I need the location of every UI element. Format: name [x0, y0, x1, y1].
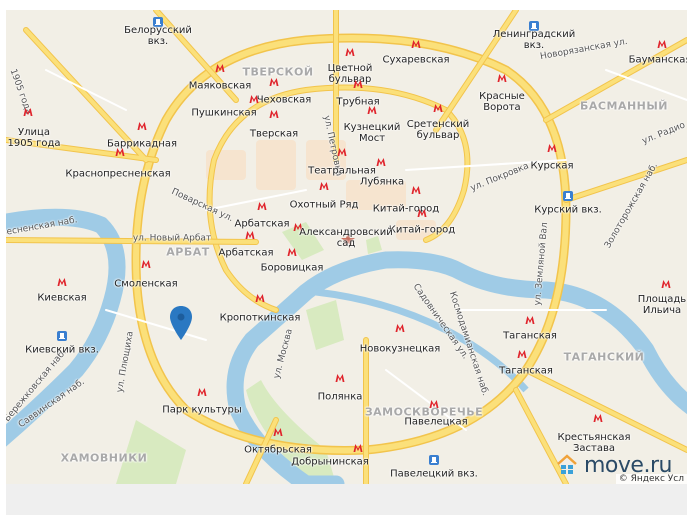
metro-icon: [657, 39, 667, 49]
metro-icon: [245, 230, 255, 240]
railway-station-label[interactable]: Ленинградский вкз.: [493, 29, 575, 51]
metro-station-label[interactable]: Краснопресненская: [65, 169, 170, 180]
metro-icon: [417, 208, 427, 218]
metro-station-label[interactable]: Маяковская: [189, 81, 252, 92]
map-copyright[interactable]: © Яндекс Усл: [615, 474, 687, 484]
metro-station-label[interactable]: Парк культуры: [162, 405, 241, 416]
metro-icon: [497, 73, 507, 83]
move-logo-icon: [557, 454, 577, 474]
metro-station-label[interactable]: Пушкинская: [191, 108, 256, 119]
metro-station-label[interactable]: Курская: [530, 161, 573, 172]
metro-station-label[interactable]: Октябрьская: [244, 445, 312, 456]
metro-icon: [23, 107, 33, 117]
metro-icon: [547, 143, 557, 153]
metro-icon: [525, 315, 535, 325]
metro-station-label[interactable]: Киевская: [37, 293, 86, 304]
metro-icon: [353, 79, 363, 89]
metro-station-label[interactable]: Чеховская: [257, 95, 312, 106]
metro-station-label[interactable]: Новокузнецкая: [360, 344, 441, 355]
railway-station-icon: [563, 191, 573, 201]
metro-station-label[interactable]: Кропоткинская: [220, 313, 301, 324]
metro-icon: [353, 443, 363, 453]
railway-station-label[interactable]: Белорусский вкз.: [124, 25, 192, 47]
metro-station-label[interactable]: Охотный Ряд: [290, 200, 359, 211]
metro-station-label[interactable]: Бауманская: [629, 55, 687, 66]
district-label[interactable]: ТВЕРСКОЙ: [242, 67, 313, 78]
district-label[interactable]: БАСМАННЫЙ: [580, 101, 668, 112]
metro-icon: [367, 105, 377, 115]
metro-icon: [517, 349, 527, 359]
metro-icon: [411, 185, 421, 195]
footer-bar: [6, 484, 687, 515]
metro-icon: [273, 427, 283, 437]
district-label[interactable]: ХАМОВНИКИ: [61, 453, 148, 464]
canal-vodootvodny: [315, 288, 529, 393]
metro-icon: [335, 373, 345, 383]
metro-station-label[interactable]: Боровицкая: [261, 263, 324, 274]
metro-station-label[interactable]: Сретенский бульвар: [407, 119, 470, 141]
railway-station-label[interactable]: Киевский вкз.: [25, 345, 99, 356]
metro-station-label[interactable]: Павелецкая: [404, 417, 467, 428]
metro-icon: [345, 47, 355, 57]
district-label[interactable]: АРБАТ: [166, 247, 209, 258]
railway-station-label[interactable]: Павелецкий вкз.: [390, 469, 478, 480]
metro-station-label[interactable]: Таганская: [499, 366, 553, 377]
metro-icon: [137, 121, 147, 131]
street-label[interactable]: ул. Новый Арбат: [133, 234, 211, 245]
metro-icon: [197, 387, 207, 397]
metro-icon: [141, 259, 151, 269]
metro-station-label[interactable]: Арбатская: [219, 248, 274, 259]
metro-station-label[interactable]: Смоленская: [114, 279, 177, 290]
railway-station-icon: [57, 331, 67, 341]
metro-icon: [249, 94, 259, 104]
metro-station-label[interactable]: Таганская: [503, 331, 557, 342]
metro-station-label[interactable]: Добрынинская: [291, 457, 369, 468]
metro-icon: [593, 413, 603, 423]
metro-icon: [661, 279, 671, 289]
metro-station-label[interactable]: Китай-город: [373, 204, 439, 215]
metro-station-label[interactable]: Сухаревская: [382, 55, 449, 66]
metro-icon: [115, 147, 125, 157]
metro-icon: [429, 399, 439, 409]
metro-icon: [269, 77, 279, 87]
metro-icon: [287, 247, 297, 257]
metro-station-label[interactable]: Арбатская: [235, 219, 290, 230]
metro-station-label[interactable]: Театральная: [308, 166, 376, 177]
metro-station-label[interactable]: Цветной бульвар: [328, 63, 373, 85]
metro-icon: [337, 147, 347, 157]
location-pin-icon[interactable]: [170, 306, 192, 340]
metro-station-label[interactable]: Лубянка: [360, 177, 404, 188]
map-viewport[interactable]: ул. Новый Арбат Поварская ул. ул. Петровка…: [6, 10, 687, 484]
metro-icon: [411, 39, 421, 49]
metro-station-label[interactable]: Китай-город: [389, 225, 455, 236]
metro-icon: [376, 157, 386, 167]
metro-station-label[interactable]: Тверская: [250, 129, 298, 140]
metro-icon: [269, 109, 279, 119]
metro-icon: [395, 323, 405, 333]
metro-icon: [257, 201, 267, 211]
district-label[interactable]: ТАГАНСКИЙ: [564, 352, 645, 363]
metro-station-label[interactable]: Кузнецкий Мост: [344, 122, 401, 144]
metro-icon: [433, 103, 443, 113]
metro-icon: [57, 277, 67, 287]
metro-station-label[interactable]: Александровский сад: [299, 227, 392, 249]
railway-station-icon: [429, 455, 439, 465]
metro-icon: [215, 63, 225, 73]
metro-icon: [319, 181, 329, 191]
metro-icon: [255, 293, 265, 303]
metro-station-label[interactable]: Красные Ворота: [479, 91, 525, 113]
railway-station-label[interactable]: Курский вкз.: [534, 205, 602, 216]
metro-station-label[interactable]: Крестьянская Застава: [557, 432, 630, 454]
metro-station-label[interactable]: Площадь Ильича: [638, 294, 686, 316]
metro-station-label[interactable]: Улица 1905 года: [7, 127, 60, 149]
metro-station-label[interactable]: Полянка: [318, 392, 363, 403]
